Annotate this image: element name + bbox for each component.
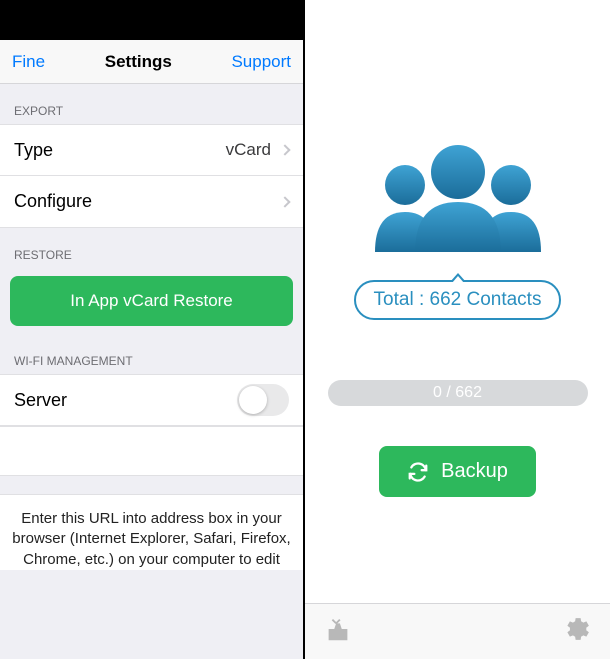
server-toggle[interactable]	[237, 384, 289, 416]
row-label: Type	[14, 140, 226, 161]
contacts-group-icon	[363, 140, 553, 255]
chevron-right-icon	[279, 144, 290, 155]
tools-tab-icon[interactable]	[323, 614, 353, 649]
backup-screen: Total : 662 Contacts 0 / 662 Backup	[305, 0, 610, 659]
row-label: Configure	[14, 191, 281, 212]
section-header-wifi: WI-FI MANAGEMENT	[0, 334, 303, 374]
row-value: vCard	[226, 140, 271, 160]
nav-support-button[interactable]: Support	[231, 52, 291, 72]
row-configure[interactable]: Configure	[0, 176, 303, 228]
section-header-export: EXPORT	[0, 84, 303, 124]
status-bar	[0, 0, 303, 40]
nav-back-button[interactable]: Fine	[12, 52, 45, 72]
backup-label: Backup	[441, 460, 508, 483]
refresh-icon	[407, 461, 429, 483]
progress-bar: 0 / 662	[328, 380, 588, 406]
navbar: Fine Settings Support	[0, 40, 303, 84]
chevron-right-icon	[279, 196, 290, 207]
settings-tab-icon[interactable]	[562, 614, 592, 649]
total-contacts-badge: Total : 662 Contacts	[354, 280, 562, 320]
main-content: Total : 662 Contacts 0 / 662 Backup	[305, 0, 610, 497]
section-header-restore: RESTORE	[0, 228, 303, 268]
settings-screen: Fine Settings Support EXPORT Type vCard …	[0, 0, 303, 659]
row-label: Server	[14, 390, 237, 411]
backup-button[interactable]: Backup	[379, 446, 536, 497]
toggle-knob	[239, 386, 267, 414]
footer-note: Enter this URL into address box in your …	[0, 494, 303, 570]
restore-button[interactable]: In App vCard Restore	[10, 276, 293, 326]
nav-title: Settings	[105, 52, 172, 72]
row-server: Server	[0, 374, 303, 426]
tab-bar	[305, 603, 610, 659]
row-export-type[interactable]: Type vCard	[0, 124, 303, 176]
blank-row	[0, 426, 303, 476]
